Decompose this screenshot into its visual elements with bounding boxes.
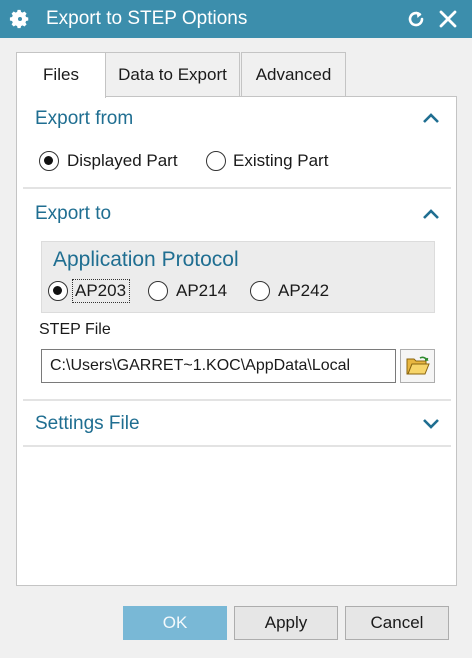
displayed-part-radio[interactable] bbox=[39, 151, 59, 171]
files-panel: Export from Displayed Part Existing Part… bbox=[16, 96, 457, 586]
ap203-label[interactable]: AP203 bbox=[75, 281, 126, 301]
chevron-up-icon[interactable] bbox=[421, 207, 441, 221]
existing-part-radio[interactable] bbox=[206, 151, 226, 171]
export-from-title[interactable]: Export from bbox=[35, 108, 133, 130]
close-icon[interactable] bbox=[436, 7, 460, 31]
displayed-part-label[interactable]: Displayed Part bbox=[67, 151, 178, 171]
step-file-input[interactable]: C:\Users\GARRET~1.KOC\AppData\Local bbox=[41, 349, 396, 383]
settings-file-title[interactable]: Settings File bbox=[35, 413, 140, 435]
section-divider bbox=[23, 187, 451, 189]
radio-selected-dot bbox=[44, 156, 53, 165]
existing-part-label[interactable]: Existing Part bbox=[233, 151, 328, 171]
application-protocol-title: Application Protocol bbox=[53, 248, 239, 271]
ap214-label[interactable]: AP214 bbox=[176, 281, 227, 301]
radio-selected-dot bbox=[53, 286, 62, 295]
tab-data-to-export[interactable]: Data to Export bbox=[105, 52, 240, 96]
gear-icon bbox=[9, 9, 29, 29]
application-protocol-group: Application Protocol AP203 AP214 AP242 bbox=[41, 241, 435, 313]
cancel-button[interactable]: Cancel bbox=[345, 606, 449, 640]
reset-icon[interactable] bbox=[404, 7, 428, 31]
export-to-title[interactable]: Export to bbox=[35, 203, 111, 225]
tab-advanced[interactable]: Advanced bbox=[241, 52, 346, 96]
ok-button[interactable]: OK bbox=[123, 606, 227, 640]
ap242-radio[interactable] bbox=[250, 281, 270, 301]
browse-button[interactable] bbox=[400, 349, 435, 383]
step-file-label: STEP File bbox=[39, 321, 111, 338]
apply-button[interactable]: Apply bbox=[234, 606, 338, 640]
section-divider bbox=[23, 445, 451, 447]
ap214-radio[interactable] bbox=[148, 281, 168, 301]
ap242-label[interactable]: AP242 bbox=[278, 281, 329, 301]
chevron-down-icon[interactable] bbox=[421, 417, 441, 431]
ap203-radio[interactable] bbox=[48, 281, 68, 301]
tab-files[interactable]: Files bbox=[16, 52, 106, 98]
chevron-up-icon[interactable] bbox=[421, 111, 441, 125]
title-bar: Export to STEP Options bbox=[0, 0, 472, 38]
folder-open-icon bbox=[406, 356, 430, 375]
section-divider bbox=[23, 399, 451, 401]
window-title: Export to STEP Options bbox=[46, 8, 248, 29]
